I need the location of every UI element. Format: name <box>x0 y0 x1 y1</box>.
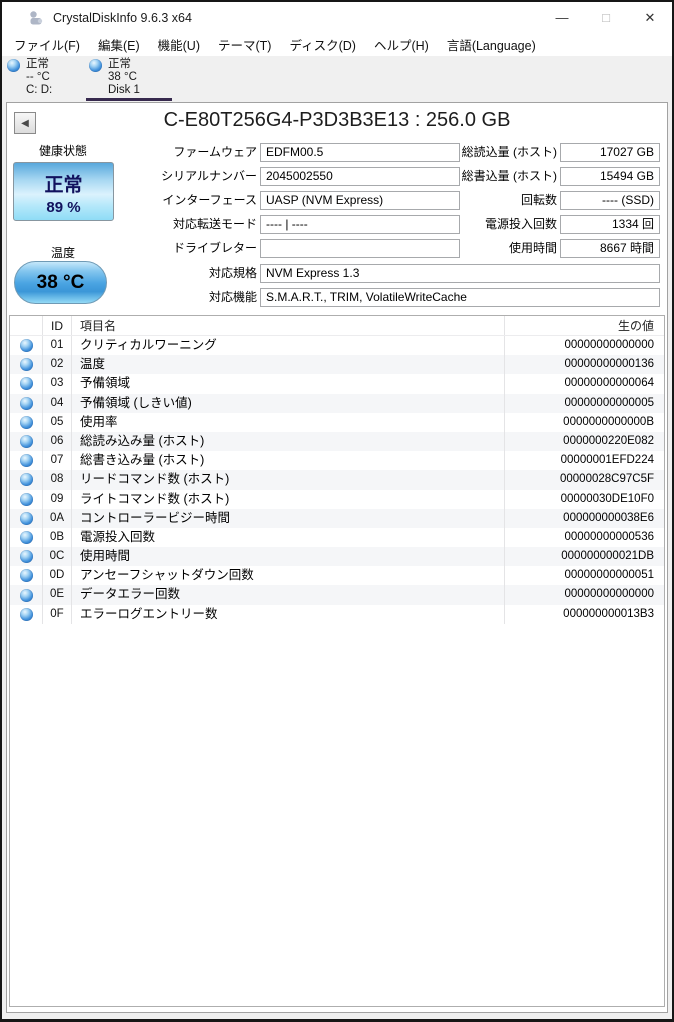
status-orb-icon <box>20 416 33 429</box>
status-orb-icon <box>20 512 33 525</box>
menu-theme[interactable]: テーマ(T) <box>209 33 280 56</box>
total-reads-label: 総読込量 (ホスト) <box>307 143 557 162</box>
app-window: CrystalDiskInfo 9.6.3 x64 — □ ✕ ファイル(F) … <box>0 0 674 1022</box>
table-row[interactable]: 0B 電源投入回数 00000000000536 <box>10 528 664 547</box>
rotation-rate-value: ---- (SSD) <box>560 191 660 210</box>
health-orb-icon <box>89 59 102 72</box>
header-raw-value: 生の値 <box>504 316 664 335</box>
menu-edit[interactable]: 編集(E) <box>89 33 149 56</box>
table-row[interactable]: 0D アンセーフシャットダウン回数 00000000000051 <box>10 566 664 585</box>
status-orb-icon <box>20 608 33 621</box>
status-orb-icon <box>20 550 33 563</box>
power-on-count-label: 電源投入回数 <box>307 215 557 234</box>
menu-bar: ファイル(F) 編集(E) 機能(U) テーマ(T) ディスク(D) ヘルプ(H… <box>2 33 672 56</box>
health-orb-icon <box>7 59 20 72</box>
menu-language[interactable]: 言語(Language) <box>438 33 545 56</box>
status-orb-icon <box>20 569 33 582</box>
smart-attribute-table: ID 項目名 生の値 01 クリティカルワーニング 00000000000000… <box>9 315 665 1007</box>
tab-health-status: 正常 <box>108 58 140 71</box>
table-header: ID 項目名 生の値 <box>10 316 664 336</box>
table-row[interactable]: 0C 使用時間 000000000021DB <box>10 547 664 566</box>
features-value: S.M.A.R.T., TRIM, VolatileWriteCache <box>260 288 660 307</box>
tab-health-status: 正常 <box>26 58 52 71</box>
tab-drive-name: Disk 1 <box>108 84 140 97</box>
status-orb-icon <box>20 435 33 448</box>
standard-value: NVM Express 1.3 <box>260 264 660 283</box>
status-orb-icon <box>20 531 33 544</box>
tab-drive-name: C: D: <box>26 84 52 97</box>
drive-tab-disk1[interactable]: 正常 38 °C Disk 1 <box>86 56 172 102</box>
disk-title: C-E80T256G4-P3D3B3E13 : 256.0 GB <box>7 109 667 132</box>
status-orb-icon <box>20 473 33 486</box>
features-label: 対応機能 <box>7 288 257 307</box>
status-orb-icon <box>20 493 33 506</box>
power-on-count-value: 1334 回 <box>560 215 660 234</box>
minimize-button[interactable]: — <box>540 2 584 33</box>
total-writes-value: 15494 GB <box>560 167 660 186</box>
status-orb-icon <box>20 358 33 371</box>
table-row[interactable]: 04 予備領域 (しきい値) 00000000000005 <box>10 394 664 413</box>
header-id: ID <box>43 316 72 335</box>
power-on-hours-label: 使用時間 <box>307 239 557 258</box>
table-row[interactable]: 08 リードコマンド数 (ホスト) 00000028C97C5F <box>10 470 664 489</box>
table-row[interactable]: 09 ライトコマンド数 (ホスト) 00000030DE10F0 <box>10 490 664 509</box>
menu-help[interactable]: ヘルプ(H) <box>365 33 438 56</box>
table-row[interactable]: 01 クリティカルワーニング 00000000000000 <box>10 336 664 355</box>
rotation-rate-label: 回転数 <box>307 191 557 210</box>
table-row[interactable]: 06 総読み込み量 (ホスト) 0000000220E082 <box>10 432 664 451</box>
table-row[interactable]: 0A コントローラービジー時間 000000000038E6 <box>10 509 664 528</box>
status-orb-icon <box>20 339 33 352</box>
table-row[interactable]: 05 使用率 0000000000000B <box>10 413 664 432</box>
window-title: CrystalDiskInfo 9.6.3 x64 <box>53 11 192 25</box>
status-orb-icon <box>20 589 33 602</box>
menu-disk[interactable]: ディスク(D) <box>280 33 364 56</box>
menu-function[interactable]: 機能(U) <box>149 33 209 56</box>
status-orb-icon <box>20 377 33 390</box>
drive-tab-strip: 正常 -- °C C: D: 正常 38 °C Disk 1 <box>2 56 672 102</box>
drive-tab-cd[interactable]: 正常 -- °C C: D: <box>4 56 84 102</box>
power-on-hours-value: 8667 時間 <box>560 239 660 258</box>
total-reads-value: 17027 GB <box>560 143 660 162</box>
title-bar: CrystalDiskInfo 9.6.3 x64 — □ ✕ <box>2 2 672 33</box>
header-name: 項目名 <box>72 316 504 335</box>
close-button[interactable]: ✕ <box>628 2 672 33</box>
menu-file[interactable]: ファイル(F) <box>5 33 89 56</box>
table-row[interactable]: 03 予備領域 00000000000064 <box>10 374 664 393</box>
main-panel: ◀ C-E80T256G4-P3D3B3E13 : 256.0 GB 健康状態 … <box>6 102 668 1013</box>
status-orb-icon <box>20 454 33 467</box>
tab-temperature: 38 °C <box>108 71 140 84</box>
table-row[interactable]: 0F エラーログエントリー数 000000000013B3 <box>10 605 664 624</box>
table-row[interactable]: 0E データエラー回数 00000000000000 <box>10 585 664 604</box>
status-orb-icon <box>20 397 33 410</box>
total-writes-label: 総書込量 (ホスト) <box>307 167 557 186</box>
maximize-button[interactable]: □ <box>584 2 628 33</box>
table-row[interactable]: 07 総書き込み量 (ホスト) 00000001EFD224 <box>10 451 664 470</box>
app-icon <box>28 10 45 26</box>
table-row[interactable]: 02 温度 00000000000136 <box>10 355 664 374</box>
standard-label: 対応規格 <box>7 264 257 283</box>
tab-temperature: -- °C <box>26 71 52 84</box>
